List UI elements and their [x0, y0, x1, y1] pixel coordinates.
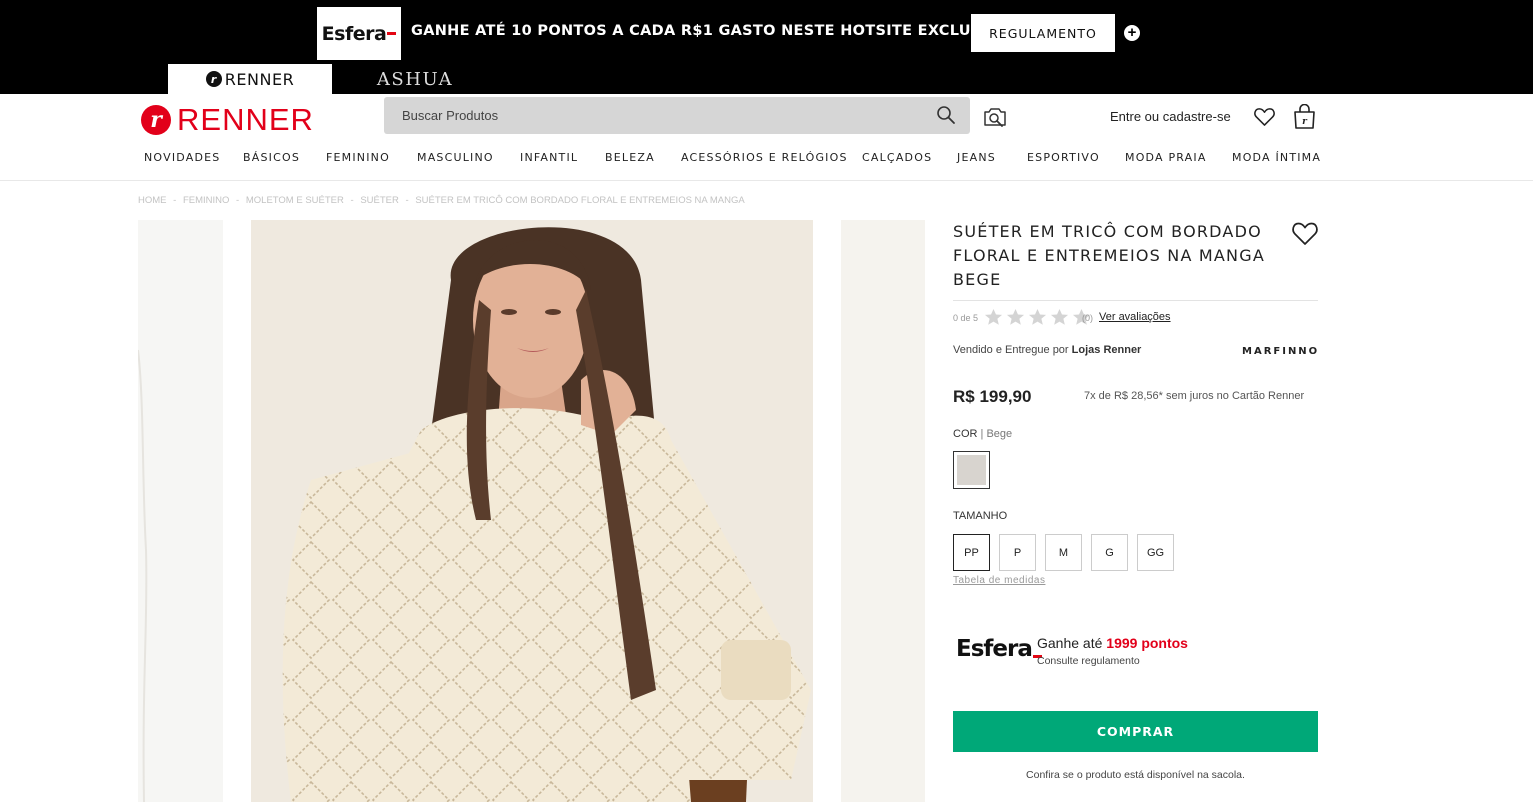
nav-item-beleza[interactable]: BELEZA: [605, 151, 655, 164]
expand-plus-icon[interactable]: +: [1124, 25, 1140, 41]
size-option-p[interactable]: P: [999, 534, 1036, 571]
view-reviews-link[interactable]: Ver avaliações: [1099, 311, 1171, 323]
esfera-loyalty-logo: Esfera: [956, 636, 1042, 662]
size-option-m[interactable]: M: [1045, 534, 1082, 571]
size-selector: PP P M G GG: [953, 534, 1183, 571]
installments-info: 7x de R$ 28,56* sem juros no Cartão Renn…: [1084, 390, 1305, 402]
search-input[interactable]: [384, 97, 924, 134]
seller-info: Vendido e Entregue por Lojas Renner: [953, 344, 1141, 356]
size-option-pp[interactable]: PP: [953, 534, 990, 571]
esfera-loyalty-logo-text: Esfera: [956, 636, 1033, 662]
breadcrumb-separator: -: [350, 195, 354, 206]
bag-availability-note: Confira se o produto está disponível na …: [1026, 769, 1245, 781]
title-divider: [953, 300, 1318, 301]
points-prefix: Ganhe até: [1037, 635, 1103, 651]
color-label-title: COR: [953, 428, 978, 440]
star-icon: [1050, 308, 1069, 325]
renner-logo-text: RENNER: [177, 102, 314, 137]
star-icon: [1006, 308, 1025, 325]
color-label-value: Bege: [986, 428, 1013, 440]
nav-item-jeans[interactable]: JEANS: [957, 151, 996, 164]
regulamento-button[interactable]: REGULAMENTO: [971, 14, 1115, 52]
breadcrumb-home[interactable]: HOME: [138, 195, 167, 206]
visual-search-icon[interactable]: [982, 105, 1008, 129]
loyalty-regulation-link[interactable]: Consulte regulamento: [1037, 655, 1140, 667]
shopping-bag-icon[interactable]: r: [1293, 104, 1316, 129]
nav-item-moda-praia[interactable]: MODA PRAIA: [1125, 151, 1207, 164]
nav-item-acessorios[interactable]: ACESSÓRIOS E RELÓGIOS: [681, 151, 848, 164]
promo-bar: Esfera GANHE ATÉ 10 PONTOS A CADA R$1 GA…: [0, 0, 1533, 94]
product-main-image[interactable]: [251, 220, 813, 802]
nav-item-masculino[interactable]: MASCULINO: [417, 151, 494, 164]
size-label: TAMANHO: [953, 510, 1008, 522]
renner-mark-icon: r: [205, 71, 222, 87]
breadcrumb-moletom[interactable]: MOLETOM E SUÉTER: [246, 195, 344, 206]
nav-item-novidades[interactable]: NOVIDADES: [144, 151, 220, 164]
star-icon: [984, 308, 1003, 325]
color-label: COR | Bege: [953, 428, 1012, 440]
renner-logo-icon: r: [141, 105, 171, 135]
loyalty-points: Ganhe até 1999 pontos: [1037, 635, 1188, 651]
brand-tab-renner[interactable]: r RENNER: [168, 64, 332, 94]
buy-button[interactable]: COMPRAR: [953, 711, 1318, 752]
login-link[interactable]: Entre ou cadastre-se: [1110, 109, 1231, 124]
favorite-heart-icon[interactable]: [1291, 220, 1319, 246]
promo-message: GANHE ATÉ 10 PONTOS A CADA R$1 GASTO NES…: [411, 23, 1012, 39]
breadcrumb-current: SUÉTER EM TRICÔ COM BORDADO FLORAL E ENT…: [415, 195, 745, 206]
rating-count: (0): [1082, 313, 1093, 323]
main-navigation: NOVIDADES BÁSICOS FEMININO MASCULINO INF…: [0, 150, 1533, 181]
size-option-gg[interactable]: GG: [1137, 534, 1174, 571]
nav-item-moda-intima[interactable]: MODA ÍNTIMA: [1232, 151, 1321, 164]
size-option-g[interactable]: G: [1091, 534, 1128, 571]
gallery-prev-image[interactable]: [138, 220, 223, 802]
nav-item-infantil[interactable]: INFANTIL: [520, 151, 578, 164]
brand-tab-ashua[interactable]: ASHUA: [335, 64, 495, 94]
seller-prefix: Vendido e Entregue por: [953, 344, 1069, 356]
breadcrumb-separator: -: [173, 195, 177, 206]
breadcrumb-sueter[interactable]: SUÉTER: [360, 195, 399, 206]
svg-text:r: r: [1302, 117, 1308, 127]
breadcrumb-separator: -: [236, 195, 240, 206]
product-title: SUÉTER EM TRICÔ COM BORDADO FLORAL E ENT…: [953, 222, 1265, 289]
breadcrumb-feminino[interactable]: FEMININO: [183, 195, 229, 206]
color-label-separator: |: [980, 428, 984, 440]
esfera-logo-text: Esfera: [321, 22, 387, 45]
breadcrumb-separator: -: [405, 195, 409, 206]
search-icon[interactable]: [936, 105, 956, 125]
points-value: 1999 pontos: [1106, 635, 1188, 651]
heart-icon[interactable]: [1253, 106, 1276, 127]
rating-score: 0 de 5: [953, 313, 979, 323]
nav-item-feminino[interactable]: FEMININO: [326, 151, 390, 164]
color-swatch-bege[interactable]: [953, 451, 990, 489]
esfera-promo-logo: Esfera: [317, 7, 401, 60]
nav-item-calcados[interactable]: CALÇADOS: [862, 151, 932, 164]
esfera-logo-dash: [387, 32, 397, 35]
search-bar: [384, 97, 970, 134]
gallery-next-image[interactable]: [841, 220, 925, 802]
breadcrumb: HOME - FEMININO - MOLETOM E SUÉTER - SUÉ…: [138, 195, 749, 206]
star-icon: [1028, 308, 1047, 325]
rating-stars: [984, 308, 1094, 326]
seller-name: Lojas Renner: [1071, 344, 1142, 356]
nav-item-esportivo[interactable]: ESPORTIVO: [1027, 151, 1100, 164]
brand-tab-label: RENNER: [224, 69, 295, 89]
nav-item-basicos[interactable]: BÁSICOS: [243, 151, 300, 164]
color-swatch-fill: [957, 455, 986, 485]
product-price: R$ 199,90: [953, 387, 1032, 406]
product-brand[interactable]: MARFINNO: [1242, 346, 1319, 357]
size-table-link[interactable]: Tabela de medidas: [953, 575, 1045, 586]
renner-logo[interactable]: r RENNER: [141, 102, 314, 138]
